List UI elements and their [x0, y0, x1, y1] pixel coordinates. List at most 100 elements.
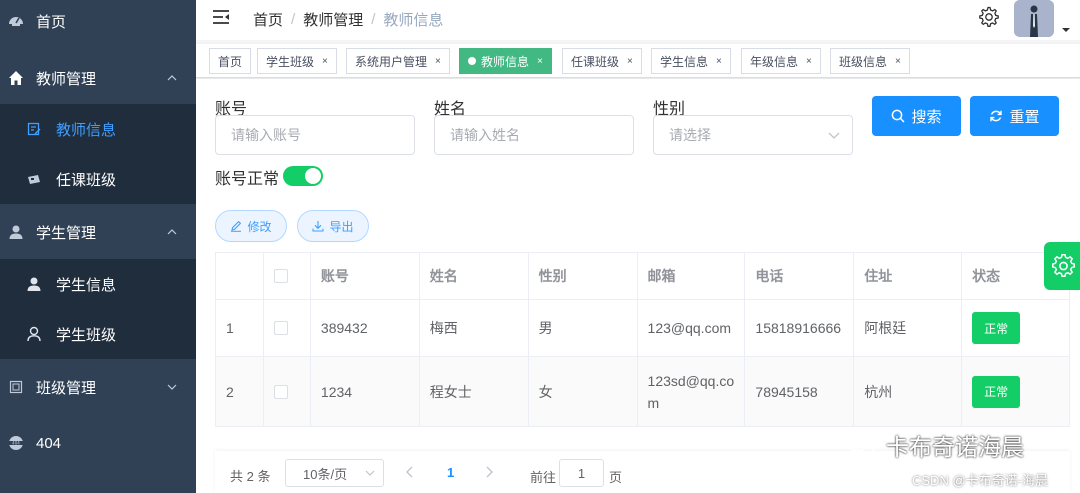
- watermark-title: 卡布奇诺海晨: [846, 428, 1024, 462]
- sidebar-item-student-mgmt[interactable]: 学生管理: [0, 204, 196, 260]
- cell-account: 1234: [311, 357, 420, 426]
- search-button[interactable]: 搜索: [872, 96, 961, 136]
- page-size-value: 10条/页: [303, 466, 348, 482]
- user-icon: [8, 224, 24, 240]
- tag-label: 学生班级: [266, 54, 315, 69]
- page-number-current[interactable]: 1: [447, 465, 454, 480]
- close-icon[interactable]: ×: [895, 56, 901, 67]
- header-account: 账号: [311, 253, 420, 299]
- header-phone: 电话: [745, 253, 855, 299]
- tag-home[interactable]: 首页: [209, 48, 252, 74]
- tag-student-class[interactable]: 学生班级 ×: [257, 48, 337, 74]
- sidebar-item-student-info[interactable]: 学生信息: [0, 259, 196, 309]
- goto-page-input[interactable]: 1: [559, 459, 604, 487]
- status-label: 账号正常: [215, 171, 280, 188]
- status-switch[interactable]: [283, 166, 323, 186]
- gender-select[interactable]: 请选择: [653, 115, 853, 155]
- edit-doc-icon: [26, 121, 42, 137]
- tag-teacher-class[interactable]: 任课班级 ×: [562, 48, 642, 74]
- teacher-table: 账号 姓名 性别 邮箱 电话 住址 状态 1 389432 梅西 男 123@q…: [215, 252, 1071, 427]
- tag-system-user[interactable]: 系统用户管理 ×: [346, 48, 450, 74]
- close-icon[interactable]: ×: [627, 56, 633, 67]
- 404-icon: 404: [8, 435, 24, 451]
- close-icon[interactable]: ×: [322, 56, 328, 67]
- user-icon: [26, 276, 42, 292]
- status-badge: 正常: [972, 312, 1021, 344]
- close-icon[interactable]: ×: [806, 56, 812, 67]
- close-icon[interactable]: ×: [435, 56, 441, 67]
- edit-button[interactable]: 修改: [215, 210, 287, 242]
- chevron-up-icon: [167, 229, 177, 235]
- download-icon: [312, 221, 324, 232]
- prev-page-icon[interactable]: [404, 465, 416, 479]
- table-row[interactable]: 2 1234 程女士 女 123sd@qq.com 78945158 杭州 正常: [215, 357, 1071, 427]
- sidebar-item-label: 班级管理: [36, 379, 97, 397]
- reset-button-label: 重置: [1009, 108, 1040, 126]
- row-checkbox[interactable]: [273, 384, 288, 399]
- export-button[interactable]: 导出: [297, 210, 369, 242]
- cell-gender: 男: [529, 300, 638, 356]
- cell-email: 123sd@qq.com: [638, 357, 746, 426]
- cell-index: 1: [216, 300, 264, 356]
- cell-name: 梅西: [420, 300, 529, 356]
- settings-icon[interactable]: [978, 6, 1000, 28]
- next-page-icon[interactable]: [483, 465, 495, 479]
- tag-student-info[interactable]: 学生信息 ×: [651, 48, 731, 74]
- sidebar-item-teacher-class[interactable]: 任课班级: [0, 154, 196, 204]
- avatar[interactable]: [1014, 0, 1054, 37]
- cell-select: [264, 357, 311, 426]
- sidebar-item-home[interactable]: 首页: [0, 0, 196, 42]
- settings-icon: [1052, 254, 1076, 278]
- close-icon[interactable]: ×: [537, 56, 543, 67]
- form-icon: [8, 379, 24, 395]
- header-gender: 性别: [529, 253, 638, 299]
- row-checkbox[interactable]: [273, 321, 288, 335]
- cell-status: 正常: [962, 300, 1071, 356]
- account-input[interactable]: 请输入账号: [215, 115, 415, 155]
- pagination-total: 共 2 条: [230, 469, 271, 484]
- sidebar-item-teacher-mgmt[interactable]: 教师管理: [0, 50, 196, 106]
- navbar: 首页 / 教师管理 / 教师信息: [196, 0, 1080, 40]
- right-panel-settings-button[interactable]: [1044, 242, 1080, 290]
- cell-index: 2: [216, 357, 264, 426]
- reset-button[interactable]: 重置: [970, 96, 1059, 136]
- page-size-select[interactable]: 10条/页: [285, 459, 384, 487]
- header-index: [216, 253, 264, 299]
- tag-label: 系统用户管理: [355, 54, 428, 69]
- caret-down-icon[interactable]: [1061, 26, 1071, 34]
- sidebar-item-teacher-info[interactable]: 教师信息: [0, 104, 196, 154]
- breadcrumb-teacher-mgmt[interactable]: 教师管理: [303, 9, 363, 30]
- header-address: 住址: [854, 253, 963, 299]
- svg-text:404: 404: [12, 441, 20, 446]
- search-icon: [892, 109, 906, 123]
- breadcrumb: 首页 / 教师管理 / 教师信息: [253, 9, 443, 30]
- cell-phone: 15818916666: [745, 300, 855, 356]
- header-name: 姓名: [420, 253, 529, 299]
- active-dot-icon: [468, 57, 476, 65]
- goto-label: 前往: [530, 470, 557, 485]
- tag-label: 任课班级: [571, 54, 620, 69]
- tag-label: 年级信息: [750, 54, 799, 69]
- select-all-checkbox[interactable]: [273, 269, 288, 283]
- chevron-down-icon: [167, 384, 177, 390]
- sidebar-item-label: 学生管理: [36, 224, 97, 242]
- close-icon[interactable]: ×: [716, 56, 722, 67]
- hamburger-icon[interactable]: [212, 8, 230, 26]
- tag-label: 班级信息: [839, 54, 888, 69]
- switch-knob: [305, 168, 321, 184]
- tag-class-info[interactable]: 班级信息 ×: [830, 48, 910, 74]
- sidebar-item-label: 首页: [36, 13, 67, 31]
- sidebar-item-label: 学生信息: [56, 276, 117, 294]
- sidebar-item-student-class[interactable]: 学生班级: [0, 309, 196, 359]
- header-select: [264, 253, 311, 299]
- tag-teacher-info[interactable]: 教师信息 ×: [459, 48, 552, 74]
- sidebar-item-label: 任课班级: [56, 171, 117, 189]
- tag-grade-info[interactable]: 年级信息 ×: [741, 48, 821, 74]
- table-row[interactable]: 1 389432 梅西 男 123@qq.com 15818916666 阿根廷…: [215, 300, 1071, 357]
- sidebar-item-class-mgmt[interactable]: 班级管理: [0, 359, 196, 415]
- cell-name: 程女士: [420, 357, 529, 426]
- sidebar-item-404[interactable]: 404 404: [0, 415, 196, 471]
- breadcrumb-home[interactable]: 首页: [253, 9, 283, 30]
- tag-label: 学生信息: [660, 54, 709, 69]
- name-input[interactable]: 请输入姓名: [434, 115, 634, 155]
